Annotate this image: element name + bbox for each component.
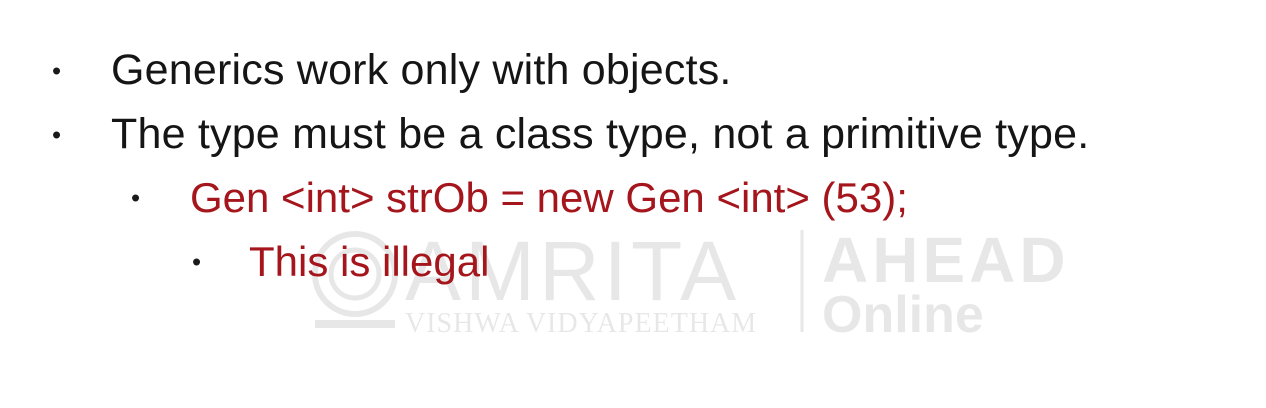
bullet-item-3: • Gen <int> strOb = new Gen <int> (53); [131,174,908,222]
watermark-subtitle: VISHWA VIDYAPEETHAM [405,308,757,339]
bullet-marker: • [52,55,62,85]
bullet-marker: • [52,119,62,149]
bullet-text: The type must be a class type, not a pri… [111,110,1090,158]
bullet-item-1: • Generics work only with objects. [52,46,732,95]
bullet-marker: • [131,182,141,213]
watermark-partner-top: AHEAD [822,224,1070,296]
bullet-marker: • [192,246,202,277]
bullet-text: This is illegal [249,238,490,285]
bullet-text: Generics work only with objects. [111,46,732,94]
slide: AMRITA VISHWA VIDYAPEETHAM AHEAD Online … [0,0,1266,408]
bullet-item-4: • This is illegal [192,238,489,286]
code-example-text: Gen <int> strOb = new Gen <int> (53); [190,174,908,221]
bullet-item-2: • The type must be a class type, not a p… [52,110,1089,159]
watermark-partner-bottom: Online [822,286,984,340]
